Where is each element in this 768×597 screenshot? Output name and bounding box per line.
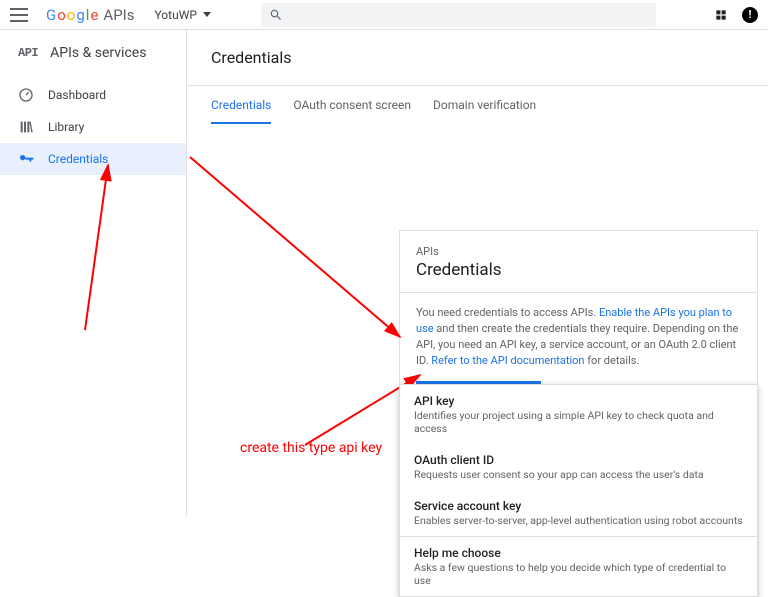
sidebar-item-label: Library bbox=[48, 120, 84, 134]
sidebar-title: APIs & services bbox=[50, 45, 146, 61]
option-desc: Enables server-to-server, app-level auth… bbox=[414, 514, 743, 527]
caret-down-icon bbox=[203, 12, 211, 17]
dropdown-option-api-key[interactable]: API key Identifies your project using a … bbox=[400, 385, 757, 444]
annotation-text: create this type api key bbox=[240, 440, 382, 456]
api-badge-icon: API bbox=[18, 46, 38, 60]
card-supertitle: APIs bbox=[416, 245, 741, 258]
project-selector[interactable]: YotuWP bbox=[154, 8, 210, 22]
logo-apis: APIs bbox=[103, 6, 134, 24]
option-title: Service account key bbox=[414, 499, 743, 513]
sidebar-item-label: Dashboard bbox=[48, 88, 106, 102]
sidebar: API APIs & services Dashboard Library Cr… bbox=[0, 30, 187, 517]
tab-credentials[interactable]: Credentials bbox=[211, 98, 271, 124]
option-desc: Asks a few questions to help you decide … bbox=[414, 561, 743, 587]
search-icon bbox=[269, 8, 283, 22]
gift-icon[interactable] bbox=[714, 8, 728, 22]
credentials-card: APIs Credentials You need credentials to… bbox=[399, 230, 758, 406]
tab-domain-verification[interactable]: Domain verification bbox=[433, 98, 536, 124]
search-input[interactable] bbox=[261, 3, 656, 27]
logo[interactable]: Google APIs bbox=[46, 6, 134, 24]
card-divider bbox=[400, 292, 757, 293]
dropdown-option-help-choose[interactable]: Help me choose Asks a few questions to h… bbox=[400, 537, 757, 596]
library-icon bbox=[18, 119, 34, 135]
option-title: API key bbox=[414, 394, 743, 408]
page-title: Credentials bbox=[211, 48, 768, 67]
notification-icon[interactable]: ! bbox=[742, 7, 758, 23]
dashboard-icon bbox=[18, 87, 34, 103]
card-title: Credentials bbox=[416, 260, 741, 280]
option-title: Help me choose bbox=[414, 546, 743, 560]
sidebar-item-library[interactable]: Library bbox=[0, 111, 186, 143]
tab-oauth-consent[interactable]: OAuth consent screen bbox=[293, 98, 411, 124]
dropdown-option-service-account[interactable]: Service account key Enables server-to-se… bbox=[400, 490, 757, 536]
sidebar-item-label: Credentials bbox=[48, 152, 108, 166]
tabs: Credentials OAuth consent screen Domain … bbox=[211, 86, 768, 124]
option-desc: Requests user consent so your app can ac… bbox=[414, 468, 743, 481]
sidebar-item-credentials[interactable]: Credentials bbox=[0, 143, 186, 175]
card-text: You need credentials to access APIs. Ena… bbox=[416, 305, 741, 369]
create-credentials-dropdown: API key Identifies your project using a … bbox=[399, 384, 758, 597]
api-documentation-link[interactable]: Refer to the API documentation bbox=[431, 354, 584, 367]
menu-icon[interactable] bbox=[10, 6, 28, 24]
dropdown-option-oauth-client[interactable]: OAuth client ID Requests user consent so… bbox=[400, 444, 757, 490]
option-title: OAuth client ID bbox=[414, 453, 743, 467]
sidebar-header[interactable]: API APIs & services bbox=[0, 30, 186, 79]
topbar: Google APIs YotuWP ! bbox=[0, 0, 768, 30]
option-desc: Identifies your project using a simple A… bbox=[414, 409, 743, 435]
key-icon bbox=[18, 151, 34, 167]
main: API APIs & services Dashboard Library Cr… bbox=[0, 30, 768, 517]
top-icons: ! bbox=[714, 7, 758, 23]
sidebar-item-dashboard[interactable]: Dashboard bbox=[0, 79, 186, 111]
project-name: YotuWP bbox=[154, 8, 196, 22]
